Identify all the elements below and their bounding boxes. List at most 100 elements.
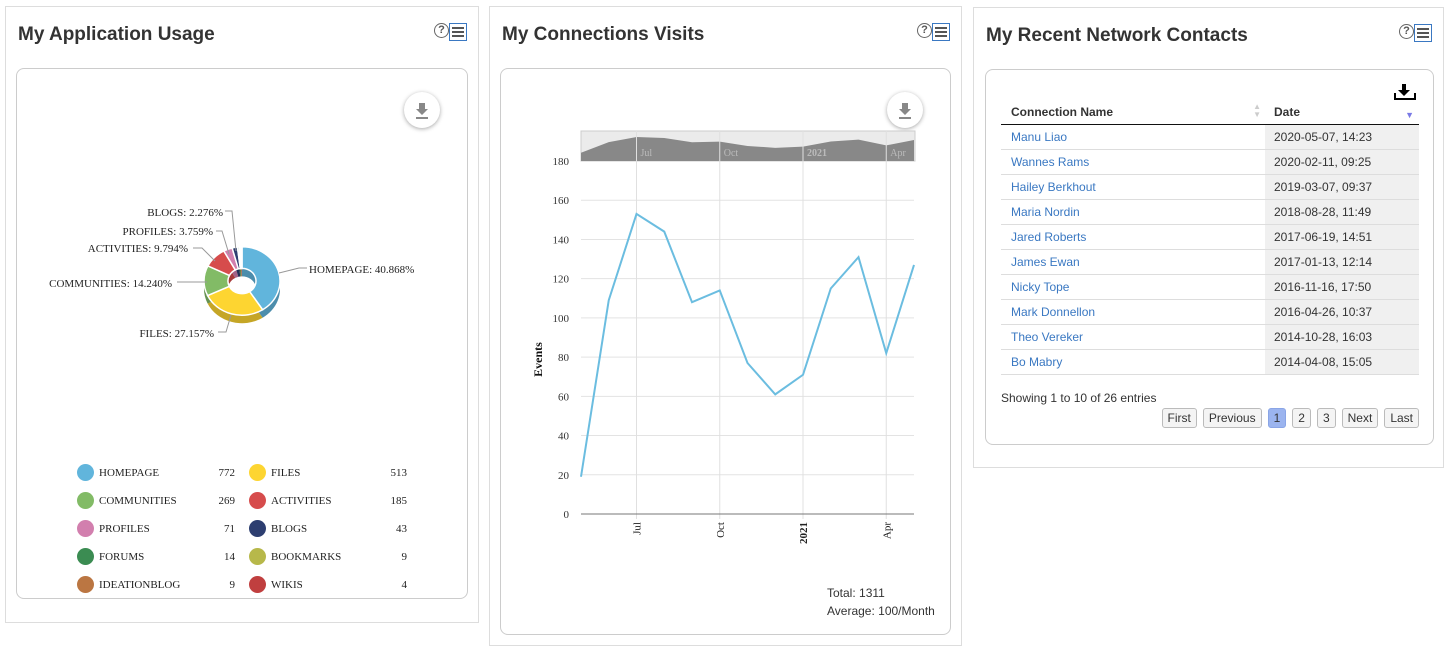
legend-value: 71 <box>224 523 235 535</box>
legend-label: HOMEPAGE <box>99 467 160 479</box>
legend-item[interactable]: FORUMS 14 <box>77 548 235 565</box>
column-header-connection-name[interactable]: Connection Name ▲ ▼ <box>1001 100 1265 125</box>
legend-item[interactable]: IDEATIONBLOG 9 <box>77 576 235 593</box>
date-cell: 2019-03-07, 09:37 <box>1265 174 1419 200</box>
legend-label: WIKIS <box>271 579 303 591</box>
connection-name-cell: Maria Nordin <box>1001 199 1265 225</box>
column-header-date[interactable]: Date ▼ <box>1265 100 1419 125</box>
column-label: Date <box>1274 104 1301 119</box>
legend-value: 269 <box>218 495 236 507</box>
legend-value: 9 <box>401 551 408 563</box>
legend-item[interactable]: HOMEPAGE 772 <box>77 464 236 481</box>
connection-name-cell: Hailey Berkhout <box>1001 174 1265 200</box>
navigator-tick-label: 2021 <box>807 148 827 159</box>
legend-swatch <box>77 548 94 565</box>
data-point[interactable] <box>606 297 612 303</box>
date-cell: 2017-06-19, 14:51 <box>1265 224 1419 250</box>
help-icon[interactable]: ? <box>1399 24 1414 39</box>
contacts-card: Connection Name ▲ ▼ Date ▼ Manu Liao 2020-05… <box>985 69 1434 445</box>
legend-label: FORUMS <box>99 551 145 563</box>
table-row: Bo Mabry 2014-04-08, 15:05 <box>1001 349 1419 375</box>
x-tick-label: Jul <box>632 522 644 535</box>
data-point[interactable] <box>856 254 862 260</box>
legend-item[interactable]: BOOKMARKS 9 <box>249 548 408 565</box>
data-point[interactable] <box>717 287 723 293</box>
pie-data-label: FILES: 27.157% <box>139 328 214 340</box>
pie-data-label: HOMEPAGE: 40.868% <box>309 264 414 276</box>
legend-item[interactable]: WIKIS 4 <box>249 576 407 593</box>
connection-name-cell: Mark Donnellon <box>1001 299 1265 325</box>
connection-link[interactable]: James Ewan <box>1011 255 1080 269</box>
visits-chart-card: 0 20 40 60 80 100 120 140 160 180 Jul Jul Oct Oct 2021… <box>500 68 951 635</box>
data-point[interactable] <box>661 229 667 235</box>
menu-icon[interactable] <box>1414 24 1432 42</box>
first-page-button[interactable]: First <box>1161 408 1197 428</box>
pie-data-label: ACTIVITIES: 9.794% <box>88 243 188 255</box>
legend-swatch <box>249 548 266 565</box>
data-point[interactable] <box>578 474 584 480</box>
page-2-button[interactable]: 2 <box>1292 408 1311 428</box>
legend-item[interactable]: BLOGS 43 <box>249 520 407 537</box>
connection-link[interactable]: Wannes Rams <box>1011 155 1089 169</box>
connection-link[interactable]: Jared Roberts <box>1011 230 1086 244</box>
sort-desc-icon: ▼ <box>1405 110 1414 120</box>
table-row: Jared Roberts 2017-06-19, 14:51 <box>1001 224 1419 250</box>
legend-value: 14 <box>224 551 235 563</box>
column-label: Connection Name <box>1011 104 1114 119</box>
data-point[interactable] <box>772 391 778 397</box>
connection-link[interactable]: Hailey Berkhout <box>1011 180 1096 194</box>
network-contacts-panel: My Recent Network Contacts ? Connection … <box>973 7 1444 468</box>
legend-label: IDEATIONBLOG <box>99 579 181 591</box>
legend-swatch <box>77 520 94 537</box>
connection-link[interactable]: Mark Donnellon <box>1011 305 1095 319</box>
next-page-button[interactable]: Next <box>1341 408 1379 428</box>
legend-value: 513 <box>390 467 408 479</box>
data-point[interactable] <box>689 299 695 305</box>
legend-item[interactable]: PROFILES 71 <box>77 520 235 537</box>
y-tick-label: 0 <box>564 509 570 521</box>
connection-link[interactable]: Theo Vereker <box>1011 330 1083 344</box>
pie-slice[interactable] <box>240 246 243 270</box>
series-line[interactable] <box>580 212 915 477</box>
legend-swatch <box>77 492 94 509</box>
legend-item[interactable]: ACTIVITIES 185 <box>249 492 407 509</box>
connection-link[interactable]: Nicky Tope <box>1011 280 1069 294</box>
connection-link[interactable]: Bo Mabry <box>1011 355 1062 369</box>
data-point[interactable] <box>911 262 917 268</box>
legend-item[interactable]: FILES 513 <box>249 464 408 481</box>
data-point[interactable] <box>828 285 834 291</box>
connection-name-cell: Manu Liao <box>1001 124 1265 150</box>
x-tick-label: 2021 <box>798 522 810 544</box>
data-point[interactable] <box>634 211 640 217</box>
page-1-button[interactable]: 1 <box>1267 408 1287 428</box>
data-point[interactable] <box>883 350 889 356</box>
legend-item[interactable]: COMMUNITIES 269 <box>77 492 236 509</box>
legend-value: 43 <box>396 523 407 535</box>
panel-title: My Connections Visits <box>502 24 705 45</box>
sort-both-icon: ▲ ▼ <box>1253 102 1261 119</box>
menu-icon[interactable] <box>932 23 950 41</box>
page-3-button[interactable]: 3 <box>1316 408 1336 428</box>
menu-icon[interactable] <box>449 23 467 41</box>
pie-data-label: BLOGS: 2.276% <box>147 207 223 219</box>
connection-name-cell: James Ewan <box>1001 249 1265 275</box>
x-tick-label: Oct <box>715 522 727 538</box>
connection-name-cell: Wannes Rams <box>1001 149 1265 175</box>
help-icon[interactable]: ? <box>434 23 449 38</box>
panel-title: My Application Usage <box>18 24 215 45</box>
table-row: Hailey Berkhout 2019-03-07, 09:37 <box>1001 174 1419 200</box>
data-point[interactable] <box>800 372 806 378</box>
export-download-icon[interactable] <box>1394 84 1416 100</box>
legend-swatch <box>249 492 266 509</box>
application-usage-panel: My Application Usage ? HOMEPAGE: 40.868%… <box>5 6 479 623</box>
help-icon[interactable]: ? <box>917 23 932 38</box>
visits-line-chart: 0 20 40 60 80 100 120 140 160 180 Jul Jul Oct Oct 2021… <box>531 130 917 544</box>
legend-value: 772 <box>218 467 236 479</box>
table-row: Theo Vereker 2014-10-28, 16:03 <box>1001 324 1419 350</box>
previous-page-button[interactable]: Previous <box>1202 408 1262 428</box>
connection-link[interactable]: Manu Liao <box>1011 130 1067 144</box>
last-page-button[interactable]: Last <box>1384 408 1419 428</box>
connection-link[interactable]: Maria Nordin <box>1011 205 1080 219</box>
y-tick-label: 120 <box>553 274 570 286</box>
data-point[interactable] <box>745 360 751 366</box>
